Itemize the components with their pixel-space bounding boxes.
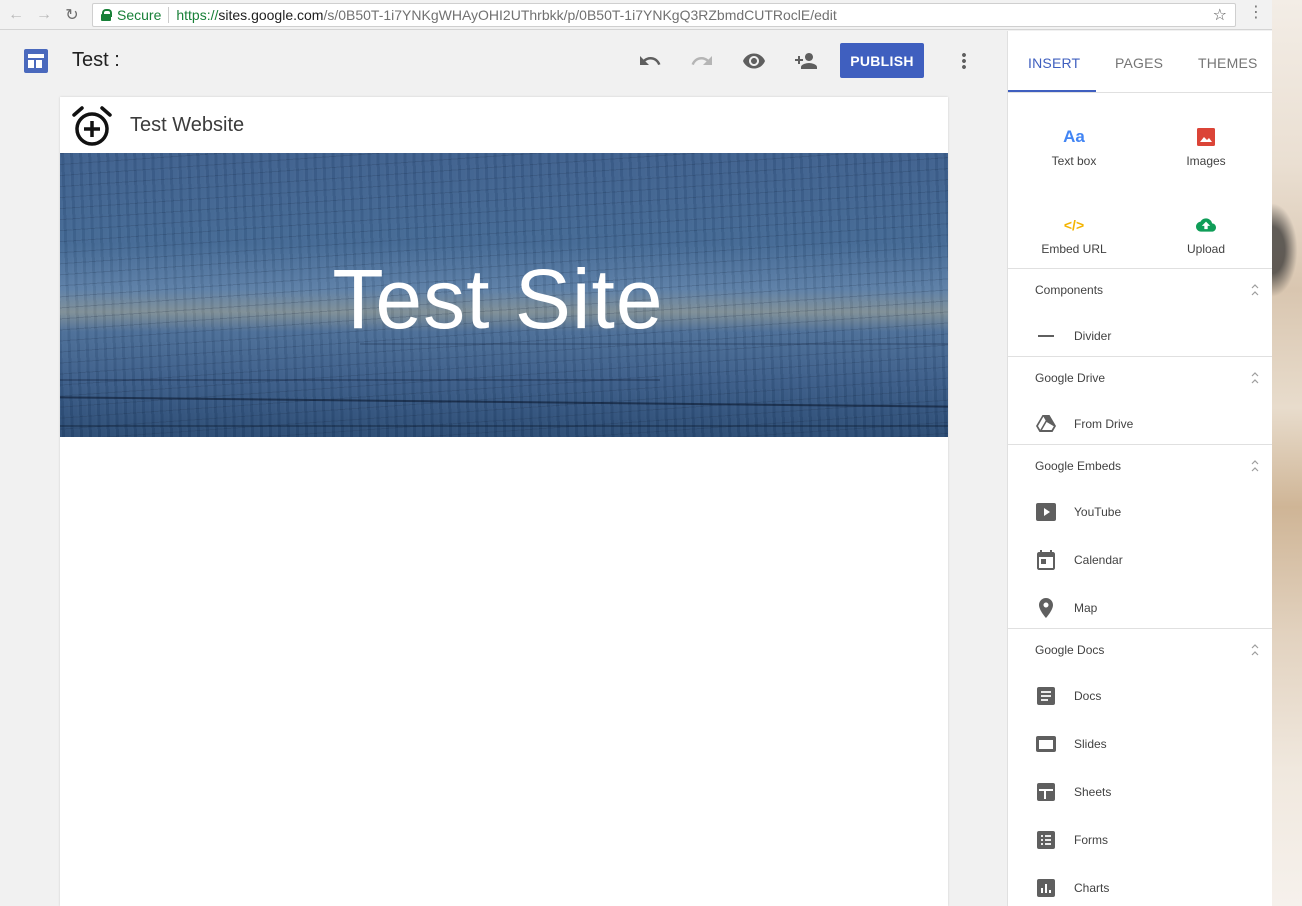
site-title[interactable]: Test : bbox=[72, 49, 120, 72]
text-box-icon: Aa bbox=[1063, 127, 1085, 147]
item-charts[interactable]: Charts bbox=[1008, 868, 1272, 906]
embed-code-icon: </> bbox=[1064, 215, 1084, 235]
page-canvas[interactable]: Test Website Test Site bbox=[60, 97, 948, 906]
calendar-icon bbox=[1034, 548, 1058, 572]
item-label: Charts bbox=[1074, 881, 1110, 895]
image-icon bbox=[1196, 127, 1216, 147]
wood-grain-line bbox=[60, 379, 660, 381]
item-label: YouTube bbox=[1074, 505, 1122, 519]
collapse-chevron-icon[interactable] bbox=[1250, 459, 1260, 473]
sites-logo-icon[interactable] bbox=[24, 49, 48, 73]
insert-panel: INSERT PAGES THEMES Aa Text box Images <… bbox=[1007, 31, 1272, 906]
collapse-chevron-icon[interactable] bbox=[1250, 371, 1260, 385]
url-host: sites.google.com bbox=[218, 7, 324, 23]
section-title-google-embeds[interactable]: Google Embeds bbox=[1035, 459, 1121, 473]
item-divider[interactable]: Divider bbox=[1008, 316, 1272, 356]
item-label: Divider bbox=[1074, 329, 1112, 343]
item-label: Sheets bbox=[1074, 785, 1112, 799]
section-title-google-docs[interactable]: Google Docs bbox=[1035, 643, 1104, 657]
active-tab-indicator bbox=[1008, 90, 1096, 92]
desktop-background-edge bbox=[1272, 0, 1302, 906]
item-sheets[interactable]: Sheets bbox=[1008, 772, 1272, 812]
section-divider bbox=[1008, 444, 1272, 445]
forward-arrow-icon[interactable]: → bbox=[32, 3, 56, 27]
preview-eye-icon[interactable] bbox=[740, 47, 768, 75]
more-options-icon[interactable] bbox=[950, 47, 978, 75]
item-calendar[interactable]: Calendar bbox=[1008, 540, 1272, 580]
charts-icon bbox=[1034, 876, 1058, 900]
browser-menu-icon[interactable]: ⋮ bbox=[1248, 5, 1264, 21]
wood-grain-line bbox=[60, 425, 948, 427]
item-from-drive[interactable]: From Drive bbox=[1008, 404, 1272, 444]
publish-button[interactable]: PUBLISH bbox=[840, 43, 924, 78]
lock-icon bbox=[101, 9, 112, 21]
forms-icon bbox=[1034, 828, 1058, 852]
item-forms[interactable]: Forms bbox=[1008, 820, 1272, 860]
alarm-add-logo-icon[interactable] bbox=[70, 104, 114, 148]
sheets-icon bbox=[1034, 780, 1058, 804]
item-label: Forms bbox=[1074, 833, 1108, 847]
item-label: From Drive bbox=[1074, 417, 1134, 431]
item-docs[interactable]: Docs bbox=[1008, 676, 1272, 716]
panel-tabs: INSERT PAGES THEMES bbox=[1008, 31, 1272, 93]
item-label: Docs bbox=[1074, 689, 1102, 703]
tab-pages[interactable]: PAGES bbox=[1115, 55, 1163, 71]
site-name[interactable]: Test Website bbox=[130, 114, 244, 137]
item-youtube[interactable]: YouTube bbox=[1008, 492, 1272, 532]
collapse-chevron-icon[interactable] bbox=[1250, 283, 1260, 297]
youtube-icon bbox=[1034, 500, 1058, 524]
collapse-chevron-icon[interactable] bbox=[1250, 643, 1260, 657]
url-protocol: https:// bbox=[176, 7, 219, 23]
drive-icon bbox=[1034, 412, 1058, 436]
insert-tile-label: Text box bbox=[1051, 154, 1097, 168]
insert-tile-label: Images bbox=[1186, 154, 1226, 168]
text-box-glyph: Aa bbox=[1063, 127, 1085, 146]
back-arrow-icon[interactable]: ← bbox=[4, 3, 28, 27]
insert-upload[interactable]: Upload bbox=[1140, 191, 1272, 279]
section-divider bbox=[1008, 268, 1272, 269]
embed-code-glyph: </> bbox=[1063, 217, 1085, 233]
insert-images[interactable]: Images bbox=[1140, 103, 1272, 191]
item-slides[interactable]: Slides bbox=[1008, 724, 1272, 764]
insert-text-box[interactable]: Aa Text box bbox=[1008, 103, 1140, 191]
secure-label: Secure bbox=[117, 7, 162, 23]
wood-grain-line bbox=[60, 396, 948, 408]
header-banner[interactable]: Test Site bbox=[60, 153, 948, 437]
reload-icon[interactable]: ↻ bbox=[60, 3, 84, 27]
section-title-google-drive[interactable]: Google Drive bbox=[1035, 371, 1105, 385]
undo-icon[interactable] bbox=[636, 47, 664, 75]
editor-toolbar: Test : PUBLISH bbox=[0, 31, 1007, 91]
address-bar[interactable]: Secure https://sites.google.com/s/0B50T-… bbox=[92, 3, 1236, 27]
url-separator bbox=[168, 7, 170, 23]
section-title-components[interactable]: Components bbox=[1035, 283, 1103, 297]
docs-icon bbox=[1034, 684, 1058, 708]
divider-icon bbox=[1034, 324, 1058, 348]
item-label: Map bbox=[1074, 601, 1098, 615]
slides-icon bbox=[1034, 732, 1058, 756]
browser-toolbar: ← → ↻ Secure https://sites.google.com/s/… bbox=[0, 0, 1272, 30]
section-divider bbox=[1008, 356, 1272, 357]
insert-tile-label: Embed URL bbox=[1041, 242, 1107, 256]
insert-tile-label: Upload bbox=[1186, 242, 1226, 256]
tab-themes[interactable]: THEMES bbox=[1198, 55, 1258, 71]
section-divider bbox=[1008, 628, 1272, 629]
map-pin-icon bbox=[1034, 596, 1058, 620]
item-map[interactable]: Map bbox=[1008, 588, 1272, 628]
tab-insert[interactable]: INSERT bbox=[1028, 55, 1080, 71]
site-header[interactable]: Test Website bbox=[60, 97, 948, 153]
insert-embed-url[interactable]: </> Embed URL bbox=[1008, 191, 1140, 279]
url-path: /s/0B50T-1i7YNKgWHAyOHI2UThrbkk/p/0B50T-… bbox=[323, 7, 837, 23]
cloud-upload-icon bbox=[1196, 215, 1216, 235]
bookmark-star-icon[interactable]: ☆ bbox=[1213, 5, 1227, 25]
share-add-person-icon[interactable] bbox=[792, 47, 820, 75]
item-label: Calendar bbox=[1074, 553, 1123, 567]
banner-title[interactable]: Test Site bbox=[60, 251, 936, 348]
redo-icon[interactable] bbox=[688, 47, 716, 75]
item-label: Slides bbox=[1074, 737, 1107, 751]
